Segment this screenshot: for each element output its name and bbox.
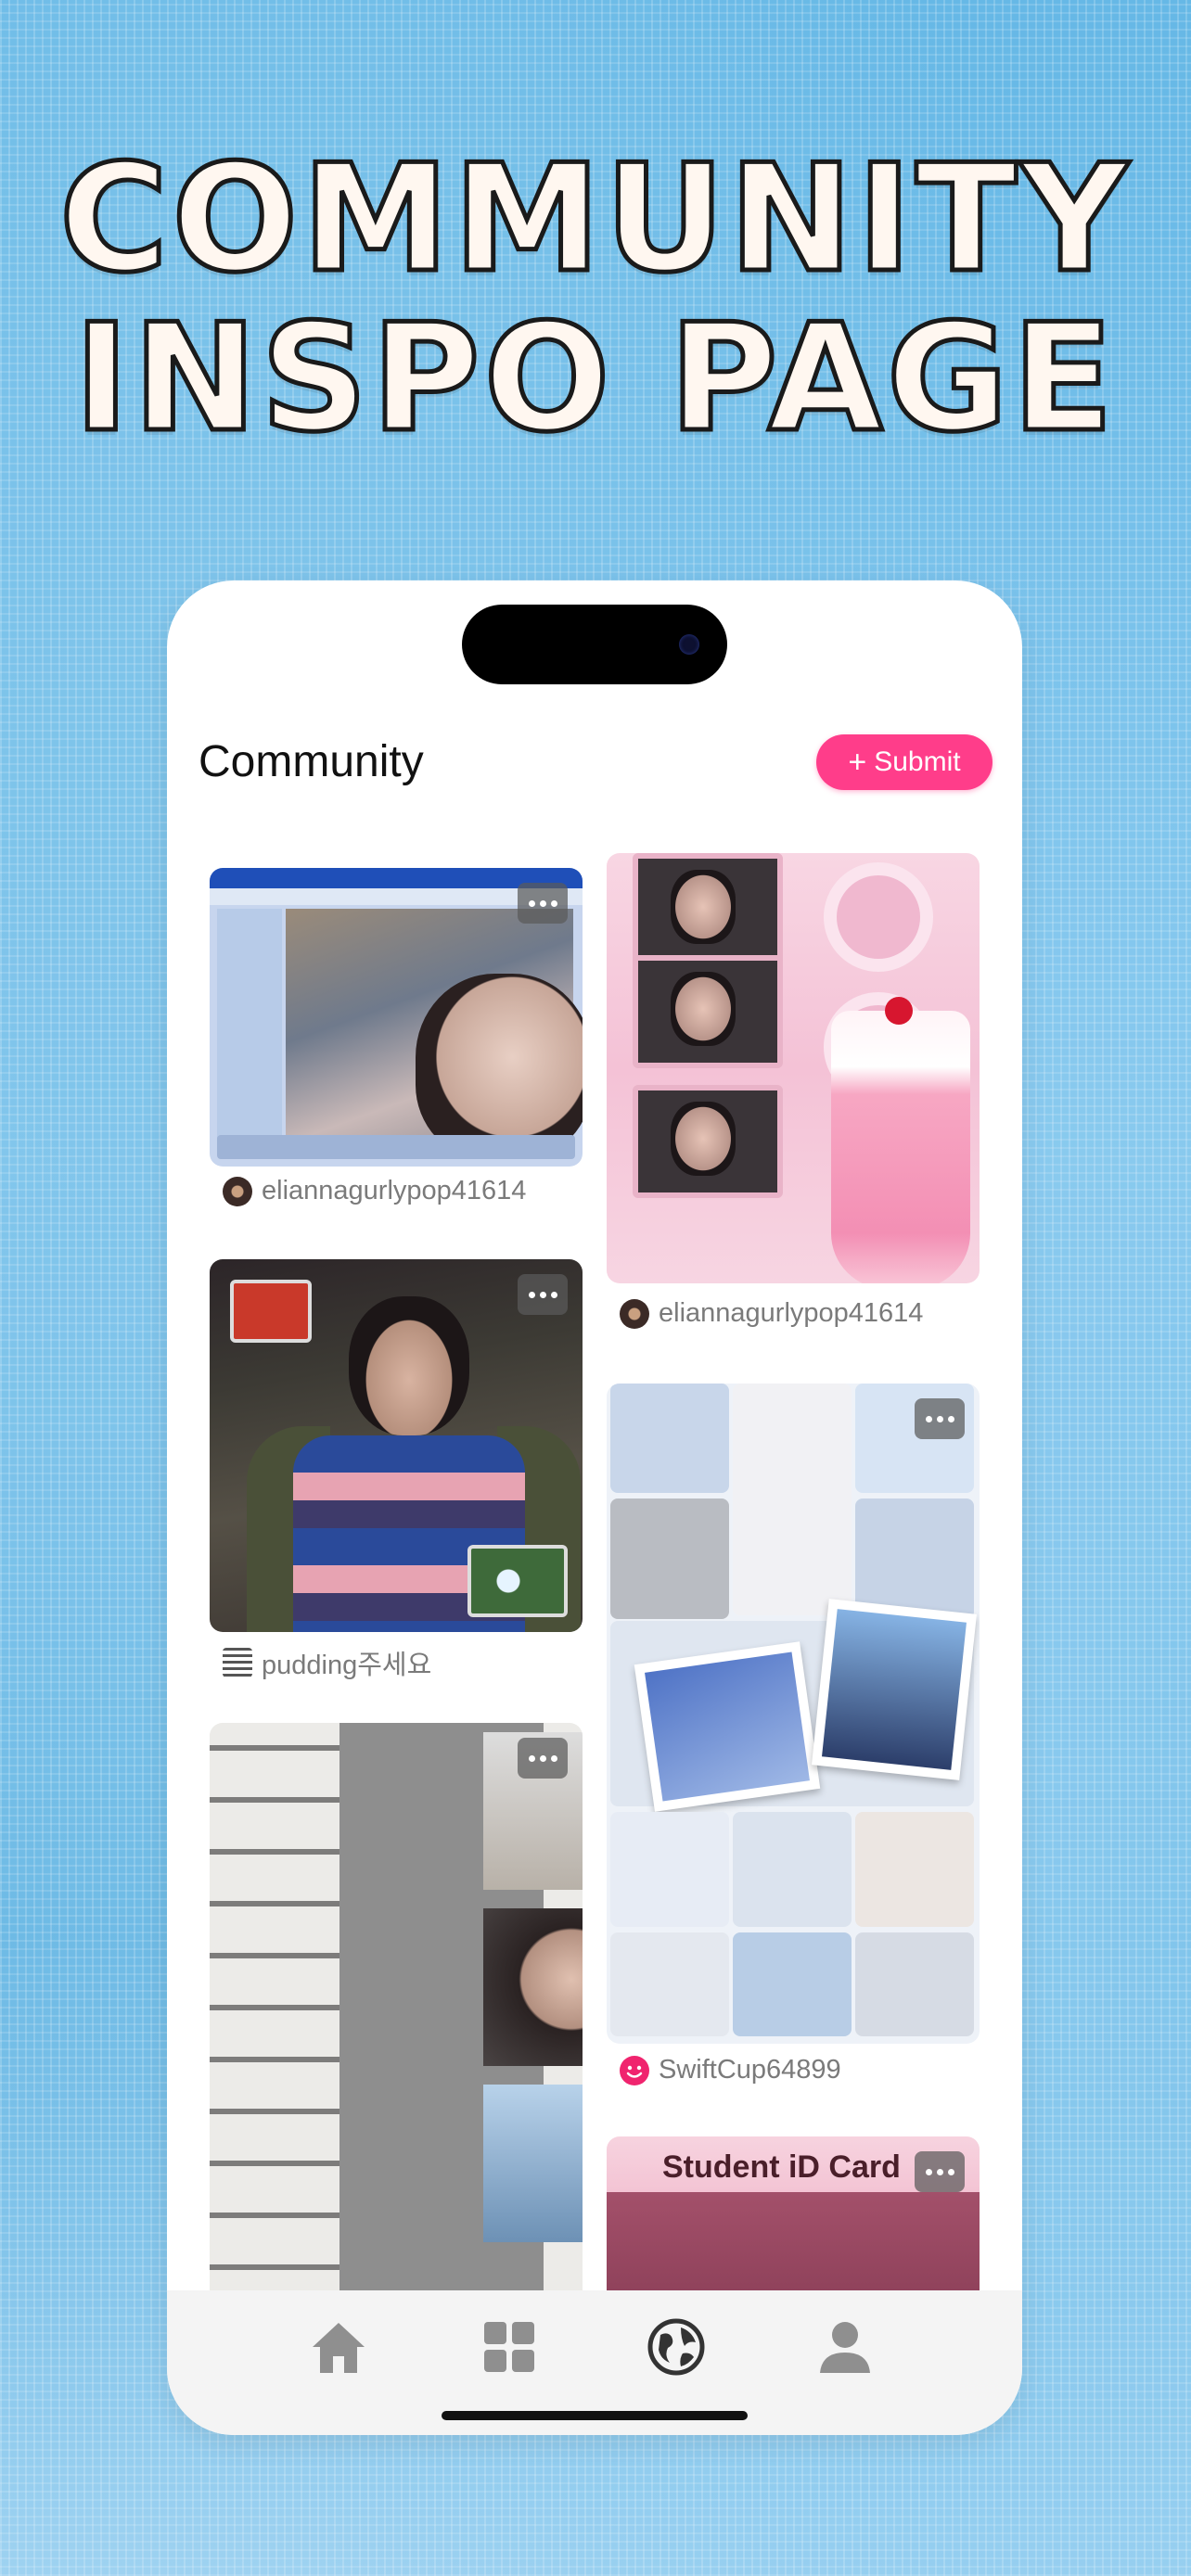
plus-icon: + — [848, 745, 867, 780]
headline-line-2: INSPO PAGE — [71, 291, 1118, 465]
media-player-video — [286, 909, 583, 1159]
more-options-button[interactable] — [518, 1274, 568, 1315]
author-name: SwiftCup64899 — [659, 2055, 841, 2085]
submit-button[interactable]: + Submit — [816, 734, 992, 790]
phone-frame: eliannagurlypop41614 pudding주세요 eliannag… — [167, 580, 1022, 2435]
media-player-sidebar — [217, 909, 282, 1141]
submit-label: Submit — [874, 746, 961, 777]
more-options-button[interactable] — [518, 1738, 568, 1779]
profile-icon — [820, 2322, 870, 2373]
author-name: eliannagurlypop41614 — [262, 1176, 527, 1205]
sticker-apples — [230, 1280, 312, 1343]
page-title: Community — [198, 737, 424, 786]
student-id-title: Student iD Card — [662, 2149, 901, 2185]
home-indicator[interactable] — [442, 2411, 748, 2420]
headline-line-1: COMMUNITY — [57, 132, 1133, 305]
sticker-flowers — [467, 1545, 568, 1617]
globe-icon — [647, 2318, 705, 2376]
smiley-avatar-icon — [620, 2055, 649, 2085]
post-image-3[interactable] — [210, 1259, 583, 1632]
avatar — [223, 1648, 252, 1677]
tab-grid[interactable] — [477, 2315, 542, 2379]
more-options-button[interactable] — [518, 883, 568, 924]
post-author-2[interactable]: eliannagurlypop41614 — [620, 1298, 923, 1329]
author-name: eliannagurlypop41614 — [659, 1298, 924, 1328]
post-image-4[interactable] — [607, 1384, 980, 2044]
home-icon — [313, 2323, 365, 2373]
promo-headline: COMMUNITY INSPO PAGE — [0, 136, 1191, 460]
tab-community[interactable] — [644, 2315, 709, 2379]
post-author-4[interactable]: SwiftCup64899 — [620, 2055, 841, 2085]
more-options-button[interactable] — [915, 2151, 965, 2192]
media-player-controls — [217, 1135, 575, 1159]
tab-home[interactable] — [306, 2315, 371, 2379]
post-image-1[interactable] — [210, 868, 583, 1167]
post-image-2[interactable] — [607, 853, 980, 1283]
post-image-5[interactable] — [210, 1723, 583, 2290]
post-author-3[interactable]: pudding주세요 — [223, 1643, 431, 1682]
author-name: pudding주세요 — [262, 1651, 432, 1680]
grid-icon — [484, 2322, 534, 2372]
avatar — [223, 1176, 252, 1206]
camera-icon — [679, 634, 699, 655]
post-image-6[interactable]: Student iD Card — [607, 2136, 980, 2290]
community-feed[interactable]: eliannagurlypop41614 pudding주세요 eliannag… — [167, 580, 1022, 2290]
dynamic-island — [462, 605, 727, 684]
post-author-1[interactable]: eliannagurlypop41614 — [223, 1176, 526, 1206]
more-options-button[interactable] — [915, 1398, 965, 1439]
avatar — [620, 1298, 649, 1329]
tab-profile[interactable] — [813, 2315, 877, 2379]
